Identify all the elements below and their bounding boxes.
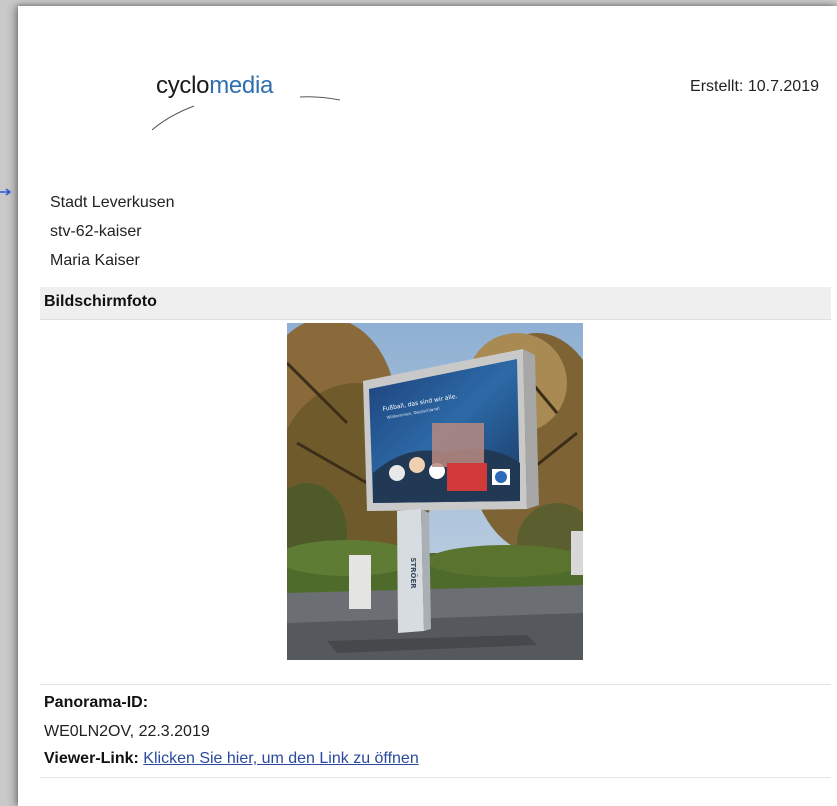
address-user-name: Maria Kaiser	[50, 252, 140, 269]
report-page: cyclomedia Erstellt: 10.7.2019 Stadt Lev…	[18, 6, 837, 806]
svg-text:STRÖER: STRÖER	[409, 557, 418, 589]
logo-wordmark: cyclomedia	[156, 72, 274, 99]
address-block: Stadt Leverkusen stv-62-kaiser Maria Kai…	[50, 188, 175, 275]
address-city: Stadt Leverkusen	[50, 194, 175, 211]
viewer-link-row: Viewer-Link: Klicken Sie hier, um den Li…	[44, 750, 419, 768]
screenshot-photo: Fußball, das sind wir alle. Willkommen, …	[287, 323, 583, 660]
panorama-id-label: Panorama-ID:	[44, 694, 149, 711]
section-title: Bildschirmfoto	[44, 293, 157, 310]
panorama-id-value: WE0LN2OV, 22.3.2019	[44, 723, 210, 740]
pole-brand: STRÖER	[409, 557, 418, 589]
divider	[40, 684, 831, 685]
arrow-right-icon	[0, 188, 12, 196]
created-date: Erstellt: 10.7.2019	[690, 78, 819, 95]
viewer-link[interactable]: Klicken Sie hier, um den Link zu öffnen	[143, 750, 418, 767]
divider	[40, 777, 831, 778]
section-header-screenshot: Bildschirmfoto	[40, 287, 831, 320]
address-user-id: stv-62-kaiser	[50, 223, 142, 240]
cyclomedia-logo: cyclomedia	[128, 64, 348, 134]
viewer-link-label: Viewer-Link:	[44, 750, 139, 767]
